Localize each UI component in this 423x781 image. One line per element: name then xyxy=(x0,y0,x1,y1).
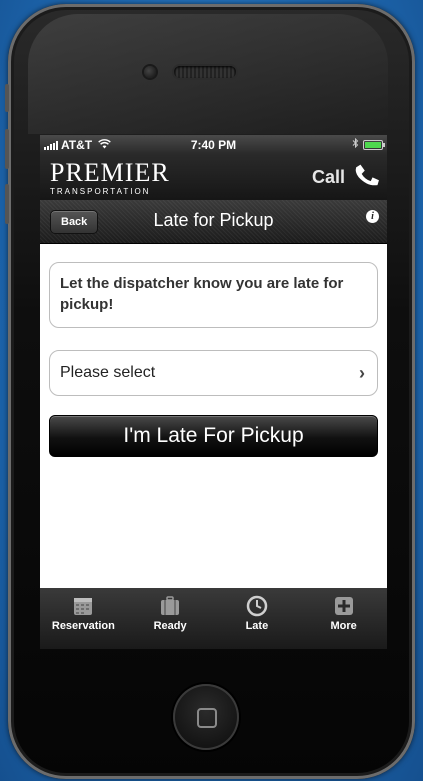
status-bar: AT&T 7:40 PM xyxy=(40,135,387,154)
call-button[interactable]: Call xyxy=(312,167,345,188)
calendar-icon xyxy=(74,598,93,615)
status-time: 7:40 PM xyxy=(190,138,237,152)
brand-logo: PREMIER TRANSPORTATION xyxy=(50,158,170,197)
tab-ready[interactable]: Ready xyxy=(127,588,214,649)
tab-label: More xyxy=(330,620,357,632)
home-square-icon xyxy=(197,708,217,728)
chevron-right-icon: › xyxy=(359,362,365,383)
brand-name: PREMIER xyxy=(50,158,170,187)
front-camera xyxy=(144,66,156,78)
reason-select[interactable]: Please select › xyxy=(49,350,378,396)
mute-switch xyxy=(5,84,9,112)
info-icon[interactable]: i xyxy=(366,210,379,223)
volume-down-button xyxy=(5,184,9,224)
tab-label: Ready xyxy=(153,620,187,632)
home-button[interactable] xyxy=(173,684,239,750)
phone-handset-icon[interactable] xyxy=(352,159,385,199)
tab-bar: Reservation Ready Late More xyxy=(40,588,387,649)
late-for-pickup-button[interactable]: I'm Late For Pickup xyxy=(49,415,378,457)
status-right xyxy=(352,137,385,151)
clock-icon xyxy=(246,595,268,617)
select-value: Please select xyxy=(60,364,156,381)
plus-icon xyxy=(334,597,353,615)
brand-tagline: TRANSPORTATION xyxy=(50,187,151,196)
tab-label: Reservation xyxy=(51,620,115,632)
tab-label: Late xyxy=(245,620,269,632)
volume-up-button xyxy=(5,129,9,169)
main-content: Let the dispatcher know you are late for… xyxy=(40,244,387,457)
luggage-icon xyxy=(161,596,180,615)
app-screen: AT&T 7:40 PM PREMIER TRANSPORTATION Call… xyxy=(40,135,387,649)
bluetooth-icon xyxy=(352,137,359,151)
page-title: Late for Pickup xyxy=(153,210,274,230)
battery-icon xyxy=(363,139,385,150)
tab-late[interactable]: Late xyxy=(214,588,301,649)
instruction-message: Let the dispatcher know you are late for… xyxy=(49,262,378,328)
tab-more[interactable]: More xyxy=(300,588,387,649)
tab-reservation[interactable]: Reservation xyxy=(40,588,127,649)
navigation-bar: Back Late for Pickup i xyxy=(40,200,387,244)
earpiece-speaker xyxy=(174,66,236,78)
brand-header: PREMIER TRANSPORTATION Call xyxy=(40,154,387,200)
